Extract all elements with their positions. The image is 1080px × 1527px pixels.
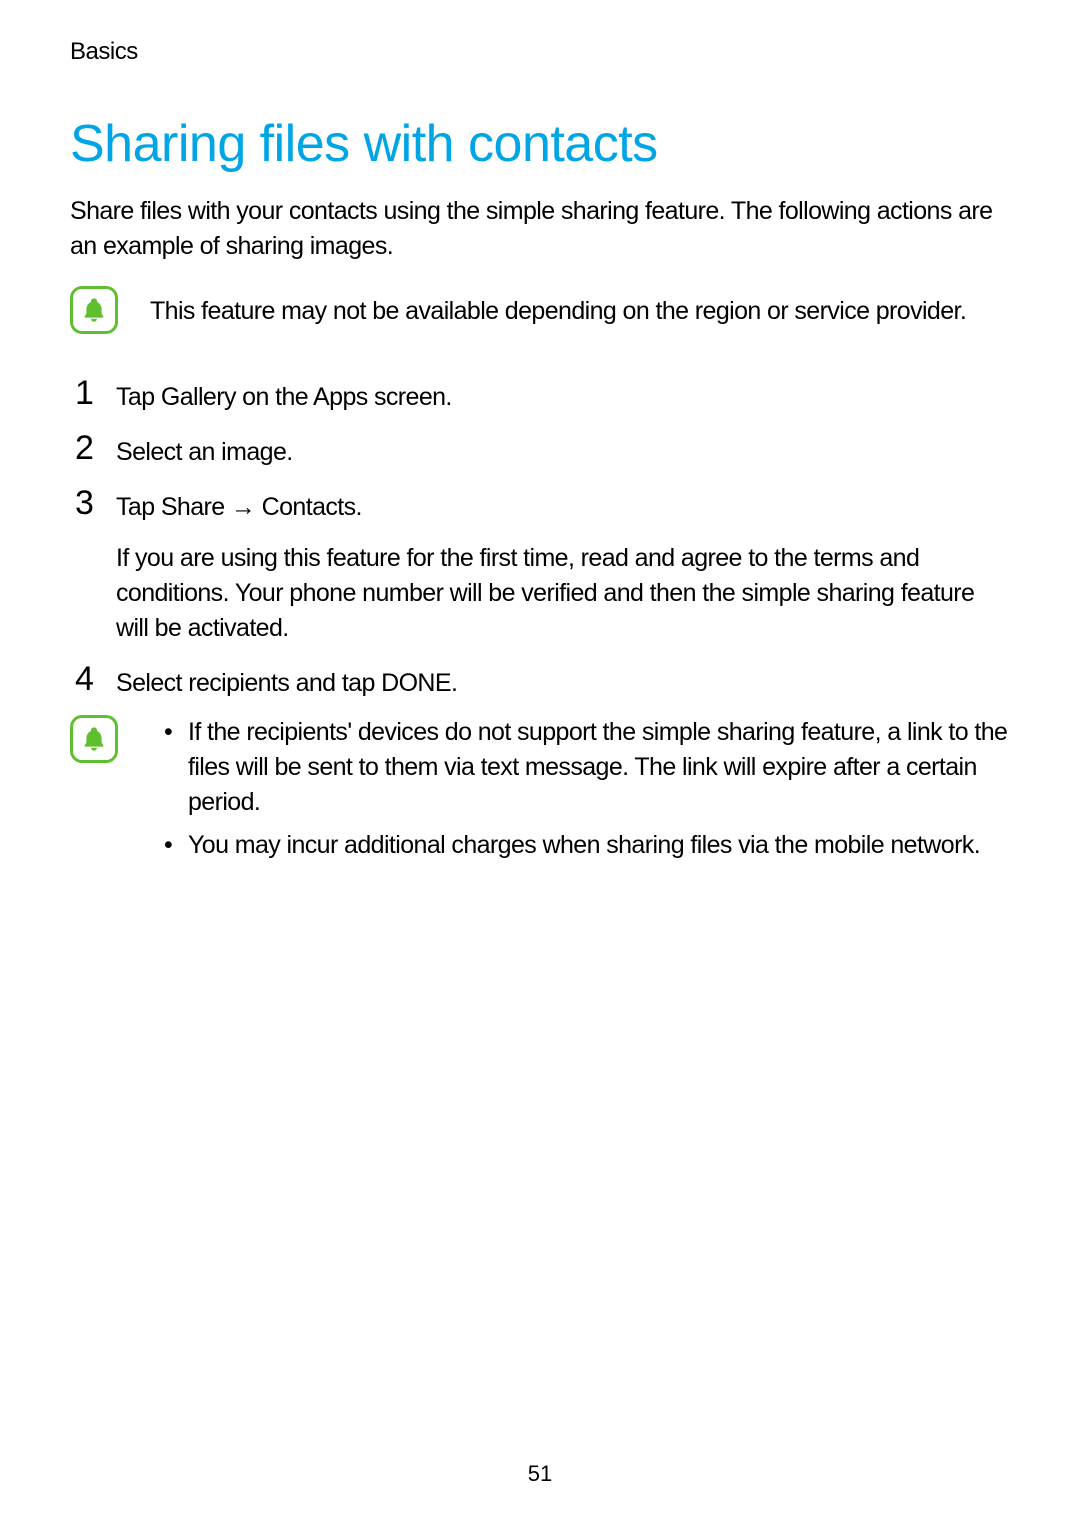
note-block-availability: This feature may not be available depend… <box>70 286 1010 334</box>
page-number: 51 <box>0 1461 1080 1487</box>
note-text: If the recipients' devices do not suppor… <box>150 715 1010 871</box>
step-text: Select an image. <box>116 435 1010 470</box>
step-item: 4 Select recipients and tap DONE. <box>70 660 1010 701</box>
step-item: 2 Select an image. <box>70 429 1010 470</box>
step-text: Select recipients and tap DONE. <box>116 666 1010 701</box>
document-page: Basics Sharing files with contacts Share… <box>0 0 1080 1527</box>
bullet-list: If the recipients' devices do not suppor… <box>150 715 1010 863</box>
breadcrumb: Basics <box>70 38 1010 66</box>
page-title: Sharing files with contacts <box>70 114 1010 174</box>
step-content: Select recipients and tap DONE. <box>116 660 1010 701</box>
step-item: 1 Tap Gallery on the Apps screen. <box>70 374 1010 415</box>
note-block-charges: If the recipients' devices do not suppor… <box>70 715 1010 871</box>
step-content: Tap Share → Contacts. If you are using t… <box>116 484 1010 646</box>
step-number: 1 <box>70 374 98 410</box>
intro-paragraph: Share files with your contacts using the… <box>70 194 1010 264</box>
step-item: 3 Tap Share → Contacts. If you are using… <box>70 484 1010 646</box>
bell-icon <box>70 715 118 763</box>
step-number: 3 <box>70 484 98 520</box>
step-text: Tap Share → Contacts. <box>116 490 1010 525</box>
list-item: You may incur additional charges when sh… <box>164 828 1010 863</box>
step-subtext: If you are using this feature for the fi… <box>116 541 1010 646</box>
step-number: 2 <box>70 429 98 465</box>
steps-list: 1 Tap Gallery on the Apps screen. 2 Sele… <box>70 374 1010 701</box>
list-item: If the recipients' devices do not suppor… <box>164 715 1010 820</box>
step-content: Select an image. <box>116 429 1010 470</box>
step-number: 4 <box>70 660 98 696</box>
step-text: Tap Gallery on the Apps screen. <box>116 380 1010 415</box>
step-content: Tap Gallery on the Apps screen. <box>116 374 1010 415</box>
bell-icon <box>70 286 118 334</box>
note-text: This feature may not be available depend… <box>150 286 966 329</box>
